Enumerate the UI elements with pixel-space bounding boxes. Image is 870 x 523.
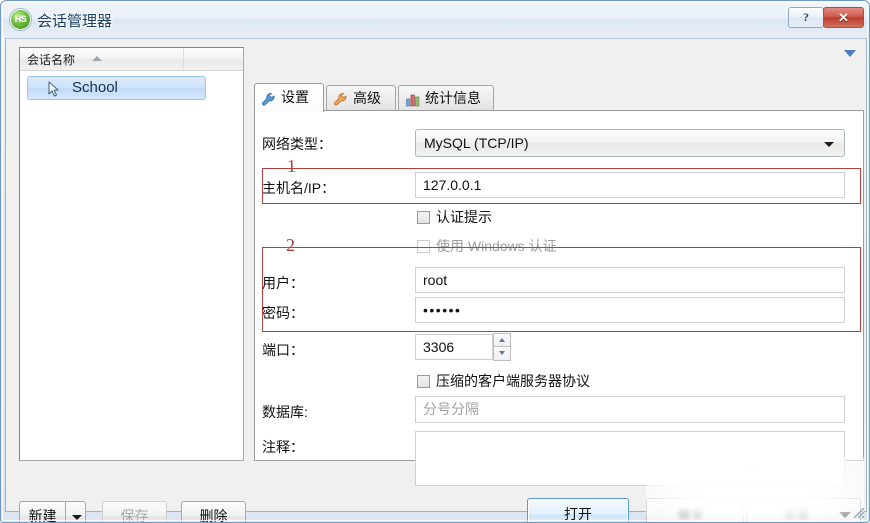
auth-prompt-label: 认证提示 xyxy=(436,209,492,225)
tab-statistics[interactable]: 统计信息 xyxy=(398,85,494,111)
port-spinner[interactable] xyxy=(493,333,511,361)
wrench-blue-icon xyxy=(261,90,277,106)
blurred-text-glyph xyxy=(798,509,808,518)
password-label: 密码： xyxy=(262,305,304,321)
chevron-down-icon xyxy=(839,512,851,518)
list-item[interactable]: School xyxy=(27,76,206,100)
tab-advanced[interactable]: 高级 xyxy=(326,85,396,111)
user-label: 用户： xyxy=(262,275,304,291)
tab-settings[interactable]: 设置 xyxy=(254,83,324,112)
comment-label: 注释： xyxy=(262,439,304,455)
port-label: 端口： xyxy=(262,342,304,358)
wrench-orange-icon xyxy=(333,91,349,107)
cursor-arrow-icon xyxy=(47,81,61,97)
new-button[interactable]: 新建 xyxy=(19,501,65,522)
password-input[interactable]: •••••• xyxy=(415,297,845,323)
chevron-up-icon xyxy=(499,338,505,342)
session-name-column-label: 会话名称 xyxy=(27,53,76,67)
annotation-number-2: 2 xyxy=(286,235,295,255)
save-button: 保存 xyxy=(102,501,167,522)
close-icon: ✕ xyxy=(838,10,849,25)
close-button[interactable]: ✕ xyxy=(823,7,864,28)
blurred-text-glyph xyxy=(679,509,690,518)
blurred-text-glyph xyxy=(693,509,702,518)
tab-advanced-label: 高级 xyxy=(353,90,381,106)
tab-strip: 设置 高级 统计信息 xyxy=(254,83,864,112)
network-type-select[interactable]: MySQL (TCP/IP) xyxy=(415,129,845,157)
tab-statistics-label: 统计信息 xyxy=(425,90,481,106)
redacted-buttons-region xyxy=(646,457,864,522)
blurred-text-glyph xyxy=(785,509,795,518)
checkbox-box-icon xyxy=(417,211,430,224)
chevron-down-icon xyxy=(824,142,834,147)
checkbox-box-icon xyxy=(417,240,430,253)
user-input[interactable]: root xyxy=(415,267,845,293)
client-area: 会话名称 School 设置 高级 统计信息 网络类型： MySQL (TCP/… xyxy=(5,38,867,522)
window-title: 会话管理器 xyxy=(37,13,113,30)
dropdown-triangle-icon[interactable] xyxy=(844,50,856,57)
compressed-protocol-label: 压缩的客户端服务器协议 xyxy=(436,373,590,389)
open-button[interactable]: 打开 xyxy=(527,498,629,522)
annotation-number-1: 1 xyxy=(287,156,296,176)
network-type-label: 网络类型： xyxy=(262,136,332,152)
windows-auth-label: 使用 Windows 认证 xyxy=(436,238,557,254)
list-item-label: School xyxy=(72,79,118,96)
checkbox-box-icon xyxy=(417,375,430,388)
delete-button[interactable]: 删除 xyxy=(181,501,246,522)
title-bar: HS 会话管理器 ? ✕ xyxy=(1,1,869,38)
hostname-label: 主机名/IP： xyxy=(262,180,336,196)
sort-ascending-icon xyxy=(92,56,102,61)
new-dropdown-button[interactable] xyxy=(65,501,86,522)
session-list-panel[interactable]: 会话名称 School xyxy=(19,47,244,461)
hostname-input[interactable]: 127.0.0.1 xyxy=(415,172,845,198)
network-type-value: MySQL (TCP/IP) xyxy=(424,135,529,151)
chevron-down-icon xyxy=(499,351,505,355)
bar-chart-icon xyxy=(405,91,421,107)
session-manager-window: HS 会话管理器 ? ✕ 会话名称 School 设置 高级 统计信息 网络类型… xyxy=(0,0,870,523)
resize-grip-icon[interactable] xyxy=(852,506,865,519)
spinner-up-button[interactable] xyxy=(493,333,511,347)
chevron-down-icon xyxy=(72,515,82,520)
help-button[interactable]: ? xyxy=(788,7,824,28)
tab-settings-label: 设置 xyxy=(281,89,309,105)
database-input[interactable]: 分号分隔 xyxy=(415,396,845,423)
spinner-down-button[interactable] xyxy=(493,347,511,361)
session-list-header: 会话名称 xyxy=(20,48,243,71)
database-label: 数据库: xyxy=(262,404,308,420)
port-input[interactable]: 3306 xyxy=(415,334,493,360)
app-logo-icon: HS xyxy=(11,10,30,29)
